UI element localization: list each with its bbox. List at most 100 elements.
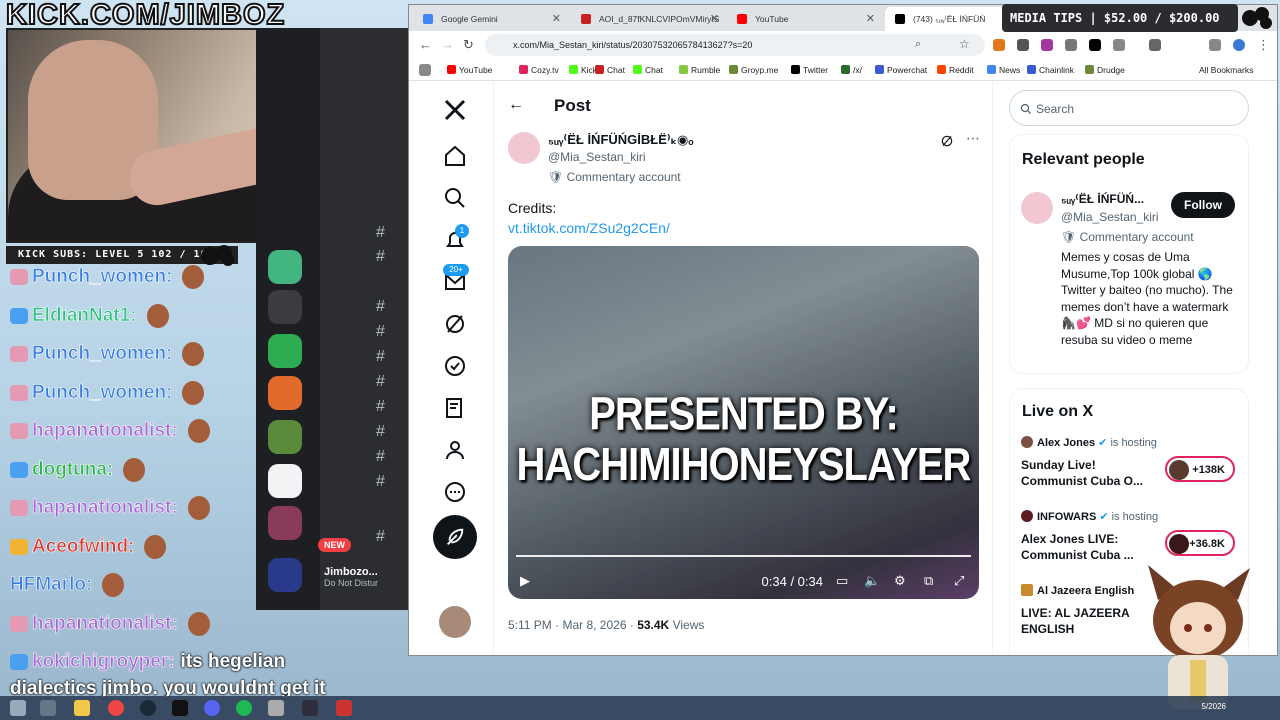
author-name[interactable]: ₅ᵤᵧ⁽ËŁ İŃFÜŃGİBŁË⁾ₖ◉ₒ	[548, 132, 694, 148]
back-arrow-icon[interactable]: ←	[508, 96, 524, 114]
more-menu-icon[interactable]: ⋮	[1257, 37, 1270, 53]
chat-username[interactable]: Punch_women:	[32, 381, 173, 404]
channel-hash-icon[interactable]: #	[376, 224, 385, 242]
live-item[interactable]: Alex Jones ✔ is hosting Sunday Live! Com…	[1021, 436, 1247, 489]
zoom-icon[interactable]: ⌕	[915, 38, 921, 51]
task-view-icon[interactable]	[40, 700, 56, 716]
app-icon[interactable]	[268, 700, 284, 716]
author-handle[interactable]: @Mia_Sestan_kiri	[548, 150, 646, 164]
channel-hash-icon[interactable]: #	[376, 528, 385, 546]
reload-icon[interactable]: ↻	[463, 37, 474, 53]
chat-username[interactable]: HFMarlo:	[10, 574, 93, 596]
follow-button[interactable]: Follow	[1171, 192, 1235, 218]
channel-hash-icon[interactable]: #	[376, 423, 385, 441]
articles-icon[interactable]	[443, 396, 467, 420]
metamask-extension-icon[interactable]	[993, 39, 1005, 51]
search-icon[interactable]	[443, 186, 467, 210]
bookmark-item[interactable]: News	[987, 65, 1020, 75]
more-circle-icon[interactable]	[443, 480, 467, 504]
bookmark-item[interactable]: Twitter	[791, 65, 828, 75]
channel-hash-icon[interactable]: #	[376, 398, 385, 416]
channel-hash-icon[interactable]: #	[376, 448, 385, 466]
grok-explain-icon[interactable]	[940, 134, 954, 148]
chat-username[interactable]: hapanationalist:	[32, 612, 178, 635]
relevant-person-avatar[interactable]	[1021, 192, 1053, 224]
captions-icon[interactable]: ▭	[836, 573, 848, 589]
channel-hash-icon[interactable]: #	[376, 348, 385, 366]
chat-username[interactable]: kokichigroyper:	[32, 651, 175, 673]
author-avatar[interactable]	[508, 132, 540, 164]
close-icon[interactable]: ✕	[552, 12, 561, 25]
account-avatar[interactable]	[439, 606, 471, 638]
discord-icon[interactable]	[204, 700, 220, 716]
chat-username[interactable]: EldianNat1:	[32, 304, 137, 327]
bookmark-item[interactable]: Groyp.me	[729, 65, 778, 75]
bookmark-item[interactable]: Cozy.tv	[519, 65, 559, 75]
video-player[interactable]: PRESENTED BY: HACHIMIHONEYSLAYER ▶ 0:34 …	[508, 246, 979, 599]
puzzle-extension-icon[interactable]	[1113, 39, 1125, 51]
back-icon[interactable]: ←	[419, 37, 432, 52]
play-icon[interactable]: ▶	[520, 573, 530, 589]
shield-extension-icon[interactable]	[1017, 39, 1029, 51]
bookmark-item[interactable]: Chainlink	[1027, 65, 1074, 75]
chat-username[interactable]: dogtuna:	[32, 458, 114, 481]
sidebar-icon[interactable]	[1149, 39, 1161, 51]
forward-icon[interactable]: →	[441, 37, 454, 52]
chat-username[interactable]: Aceofwind:	[32, 535, 135, 558]
downloads-icon[interactable]	[1209, 39, 1221, 51]
all-bookmarks-button[interactable]: All Bookmarks	[1199, 65, 1253, 75]
steam-icon[interactable]	[140, 700, 156, 716]
obs-icon[interactable]	[302, 700, 318, 716]
extension-icon[interactable]	[1041, 39, 1053, 51]
profile-icon[interactable]	[443, 438, 467, 462]
x-extension-icon[interactable]	[1089, 39, 1101, 51]
relevant-person-handle[interactable]: @Mia_Sestan_kiri	[1061, 210, 1159, 224]
apps-grid-icon[interactable]	[419, 64, 431, 76]
address-bar[interactable]: x.com/Mia_Sestan_kiri/status/20307532065…	[485, 34, 985, 56]
tab-youtube[interactable]: YouTube ✕	[727, 7, 883, 31]
channel-hash-icon[interactable]: #	[376, 373, 385, 391]
verified-icon[interactable]	[443, 354, 467, 378]
search-input[interactable]: Search	[1009, 90, 1249, 126]
channel-hash-icon[interactable]: #	[376, 298, 385, 316]
app-icon[interactable]	[336, 700, 352, 716]
pip-icon[interactable]: ⧉	[924, 573, 933, 589]
fullscreen-icon[interactable]: ⤢	[954, 573, 964, 589]
tab-google-gemini[interactable]: Google Gemini ✕	[413, 7, 569, 31]
file-explorer-icon[interactable]	[74, 700, 90, 716]
bookmark-item[interactable]: Reddit	[937, 65, 974, 75]
channel-hash-icon[interactable]: #	[376, 473, 385, 491]
tab-aoi[interactable]: AOI_d_87fKNLCVIPOmVMiryIS ✕	[571, 7, 727, 31]
bookmark-item[interactable]: Drudge	[1085, 65, 1125, 75]
start-icon[interactable]	[10, 700, 26, 716]
chat-username[interactable]: hapanationalist:	[32, 497, 178, 519]
close-icon[interactable]: ✕	[710, 12, 719, 25]
chrome-icon[interactable]	[108, 700, 124, 716]
settings-gear-icon[interactable]: ⚙	[894, 573, 906, 589]
bookmark-item[interactable]: Rumble	[679, 65, 720, 75]
extension-icon[interactable]	[1065, 39, 1077, 51]
profile-avatar-icon[interactable]	[1233, 39, 1245, 51]
channel-hash-icon[interactable]: #	[376, 323, 385, 341]
x-logo-icon[interactable]	[443, 98, 467, 122]
tab-x-post[interactable]: (743) ₅ᵤᵧ⁽ËŁ İŃFÜŃ	[885, 7, 1005, 31]
volume-icon[interactable]: 🔈	[864, 573, 880, 589]
channel-hash-icon[interactable]: #	[376, 248, 385, 266]
bookmark-item[interactable]: Chat	[595, 65, 625, 75]
bookmark-item[interactable]: YouTube	[447, 65, 492, 75]
chat-username[interactable]: Punch_women:	[32, 343, 173, 365]
grok-icon[interactable]	[443, 312, 467, 336]
bookmark-item[interactable]: /x/	[841, 65, 862, 75]
app-icon[interactable]	[172, 700, 188, 716]
bookmark-item[interactable]: Kick	[569, 65, 597, 75]
close-icon[interactable]: ✕	[866, 12, 875, 25]
live-item[interactable]: INFOWARS ✔ is hosting Alex Jones LIVE: C…	[1021, 510, 1247, 563]
chat-username[interactable]: hapanationalist:	[32, 420, 178, 442]
bookmark-star-icon[interactable]: ☆	[959, 37, 970, 51]
home-icon[interactable]	[443, 144, 467, 168]
post-link[interactable]: vt.tiktok.com/ZSu2g2CEn/	[508, 220, 670, 236]
bookmark-item[interactable]: Powerchat	[875, 65, 927, 75]
chat-username[interactable]: Punch_women:	[32, 266, 173, 288]
video-progress-bar[interactable]	[516, 555, 971, 557]
bookmark-item[interactable]: Chat	[633, 65, 663, 75]
